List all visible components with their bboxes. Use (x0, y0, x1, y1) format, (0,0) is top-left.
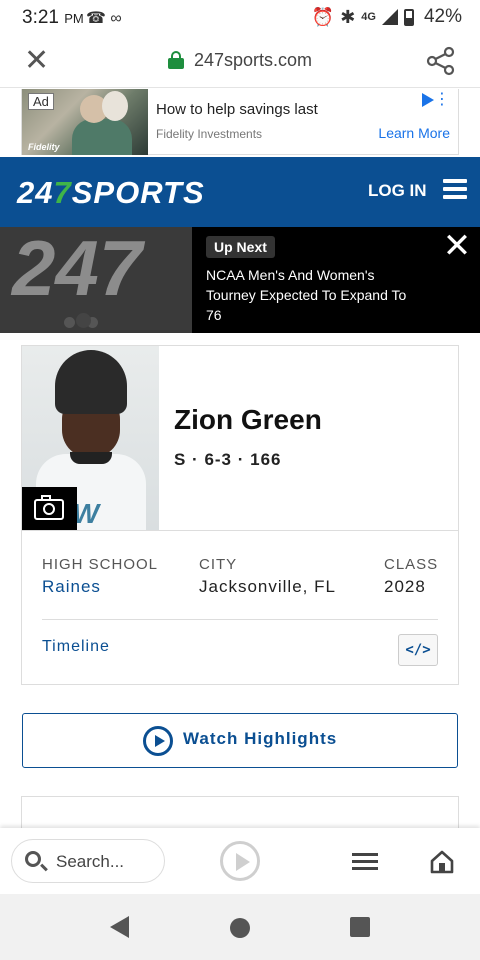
player-position-height-weight: S · 6-3 · 166 (174, 450, 282, 469)
high-school-link[interactable]: Raines (42, 577, 101, 597)
embed-code-button[interactable]: </> (398, 634, 438, 666)
play-icon[interactable] (220, 841, 260, 881)
city-value: Jacksonville, FL (199, 577, 336, 596)
ad-image-logo: Fidelity (28, 142, 60, 152)
class-label: CLASS (384, 556, 439, 573)
search-placeholder: Search... (56, 852, 125, 871)
watch-highlights-label: Watch Highlights (183, 729, 338, 748)
player-name: Zion Green (174, 404, 322, 435)
ad-learn-more-link[interactable]: Learn More (378, 125, 450, 141)
browser-bottom-bar: Search... (0, 828, 480, 894)
class-value: 2028 (384, 577, 426, 596)
divider (42, 619, 438, 620)
recent-apps-icon[interactable] (350, 917, 370, 937)
thumbnail-logo-text: 247 (12, 227, 143, 312)
camera-icon[interactable] (22, 487, 77, 530)
hamburger-menu-icon[interactable] (443, 179, 467, 199)
back-icon[interactable] (110, 916, 129, 938)
divider (22, 530, 458, 531)
login-button[interactable]: LOG IN (368, 181, 427, 201)
carousel-dots (64, 313, 98, 328)
close-tab-icon[interactable]: ✕ (24, 46, 49, 76)
up-next-headline[interactable]: NCAA Men's And Women's Tourney Expected … (206, 265, 421, 325)
clock: 3:21 PM (22, 7, 84, 28)
search-icon (25, 851, 41, 867)
list-icon[interactable] (352, 853, 378, 874)
battery-percent: 42% (423, 6, 462, 27)
city-label: CITY (199, 556, 238, 573)
high-school-label: HIGH SCHOOL (42, 556, 159, 573)
search-box[interactable]: Search... (11, 839, 165, 883)
close-icon[interactable]: ✕ (442, 229, 472, 263)
bluetooth-icon: ✱ (340, 6, 356, 27)
system-navigation-bar (0, 894, 480, 960)
status-bar: 3:21 PM ☎ ∞ ⏰ ✱ 4G 42% (0, 0, 480, 36)
browser-toolbar: ✕ 247sports.com (0, 36, 480, 88)
up-next-widget[interactable]: 247 Up Next NCAA Men's And Women's Tourn… (0, 227, 480, 333)
alarm-icon: ⏰ (311, 6, 335, 27)
signal-icon (381, 9, 398, 25)
up-next-thumbnail[interactable]: 247 (0, 227, 192, 333)
timeline-link[interactable]: Timeline (42, 638, 110, 656)
ad-badge: Ad (28, 93, 54, 110)
up-next-label: Up Next (206, 236, 275, 258)
share-icon[interactable] (426, 46, 456, 76)
status-icons: ⏰ ✱ 4G 42% (312, 6, 462, 28)
home-button-icon[interactable] (230, 918, 250, 938)
lock-icon[interactable] (168, 51, 184, 69)
player-profile-card: AW Zion Green S · 6-3 · 166 HIGH SCHOOL … (21, 345, 459, 685)
ad-advertiser: Fidelity Investments (156, 127, 263, 141)
ad-more-icon[interactable]: ⋮ (434, 92, 450, 108)
adchoices-icon[interactable] (422, 93, 434, 107)
play-circle-icon (143, 726, 173, 756)
battery-icon (403, 8, 414, 26)
url-text[interactable]: 247sports.com (194, 50, 312, 71)
site-logo[interactable]: 247SPORTS (17, 175, 205, 211)
network-type: 4G (361, 11, 376, 23)
site-header: 247SPORTS LOG IN (0, 157, 480, 227)
ad-title[interactable]: How to help savings last (156, 101, 318, 118)
missed-call-voicemail-icons: ☎ ∞ (86, 10, 122, 27)
ad-banner[interactable]: Fidelity Ad How to help savings last Fid… (21, 89, 459, 155)
home-icon[interactable] (430, 850, 454, 874)
watch-highlights-button[interactable]: Watch Highlights (22, 713, 458, 768)
